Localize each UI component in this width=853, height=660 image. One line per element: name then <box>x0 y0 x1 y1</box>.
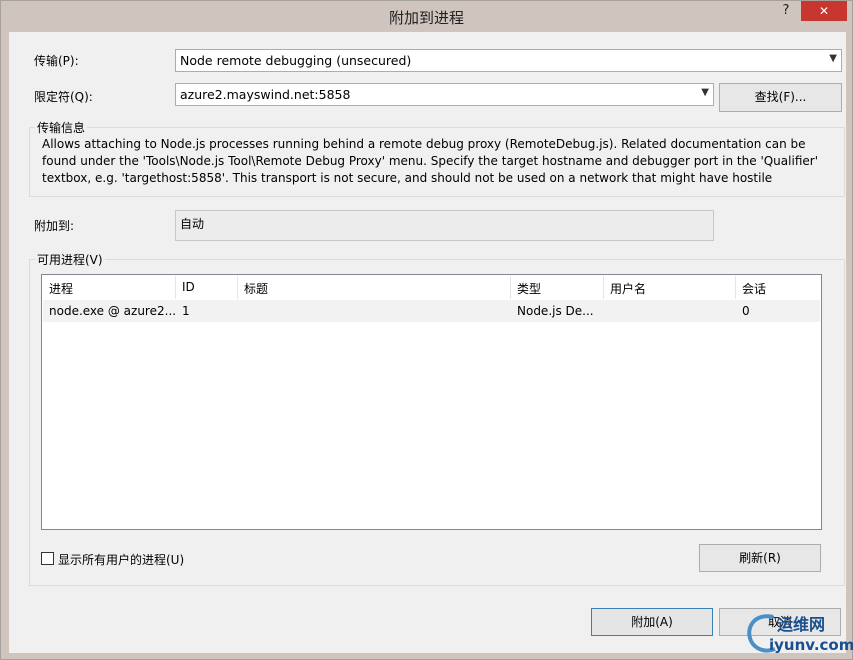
close-icon: ✕ <box>818 4 830 18</box>
qualifier-label: 限定符(Q): <box>34 90 93 104</box>
column-header-title[interactable]: 标题 <box>238 276 511 299</box>
watermark-bottom-text: iyunv.com <box>769 636 853 654</box>
transport-value: Node remote debugging (unsecured) <box>180 53 412 68</box>
attach-to-label: 附加到: <box>34 219 75 233</box>
attach-to-field[interactable]: 自动 <box>175 210 714 241</box>
refresh-button[interactable]: 刷新(R) <box>699 544 821 572</box>
qualifier-value: azure2.mayswind.net:5858 <box>180 87 351 102</box>
process-list-header: 进程 ID 标题 类型 用户名 会话 <box>43 276 820 299</box>
attach-button[interactable]: 附加(A) <box>591 608 713 636</box>
cell-title <box>238 300 511 322</box>
find-button[interactable]: 查找(F)... <box>719 83 842 112</box>
chevron-down-icon[interactable]: ▼ <box>701 87 709 98</box>
cell-type: Node.js De... <box>517 304 594 318</box>
help-button[interactable]: ? <box>773 1 799 21</box>
dialog-window: 附加到进程 ? ✕ 传输(P): Node remote debugging (… <box>0 0 853 660</box>
title-bar[interactable]: 附加到进程 ? ✕ <box>1 1 852 32</box>
show-all-users-checkbox[interactable] <box>41 552 54 565</box>
table-row[interactable]: node.exe @ azure2.... 1 Node.js De... 0 <box>43 300 820 322</box>
cell-session: 0 <box>742 304 750 318</box>
process-list[interactable]: 进程 ID 标题 类型 用户名 会话 node.exe @ azure2....… <box>41 274 822 530</box>
column-header-process[interactable]: 进程 <box>43 276 176 299</box>
column-header-session[interactable]: 会话 <box>736 276 821 299</box>
window-title: 附加到进程 <box>388 9 464 27</box>
transport-info-text: Allows attaching to Node.js processes ru… <box>42 137 818 185</box>
cell-process: node.exe @ azure2.... <box>49 304 176 318</box>
cell-username <box>604 300 736 322</box>
column-header-type[interactable]: 类型 <box>511 276 604 299</box>
qualifier-input[interactable]: azure2.mayswind.net:5858 ▼ <box>175 83 714 106</box>
watermark-top-text: 运维网 <box>777 615 826 634</box>
available-processes-title: 可用进程(V) <box>35 251 105 268</box>
close-button[interactable]: ✕ <box>801 1 847 21</box>
cell-id: 1 <box>182 304 190 318</box>
attach-to-value: 自动 <box>180 217 205 231</box>
column-header-username[interactable]: 用户名 <box>604 276 736 299</box>
dialog-client-area: 传输(P): Node remote debugging (unsecured)… <box>9 32 846 653</box>
chevron-down-icon: ▼ <box>829 53 837 64</box>
column-header-id[interactable]: ID <box>176 276 238 299</box>
transport-label: 传输(P): <box>34 54 79 68</box>
show-all-users-label[interactable]: 显示所有用户的进程(U) <box>58 551 184 568</box>
watermark-logo: 运维网 iyunv.com <box>743 609 853 657</box>
transport-info-title: 传输信息 <box>35 119 88 136</box>
transport-dropdown[interactable]: Node remote debugging (unsecured) ▼ <box>175 49 842 72</box>
